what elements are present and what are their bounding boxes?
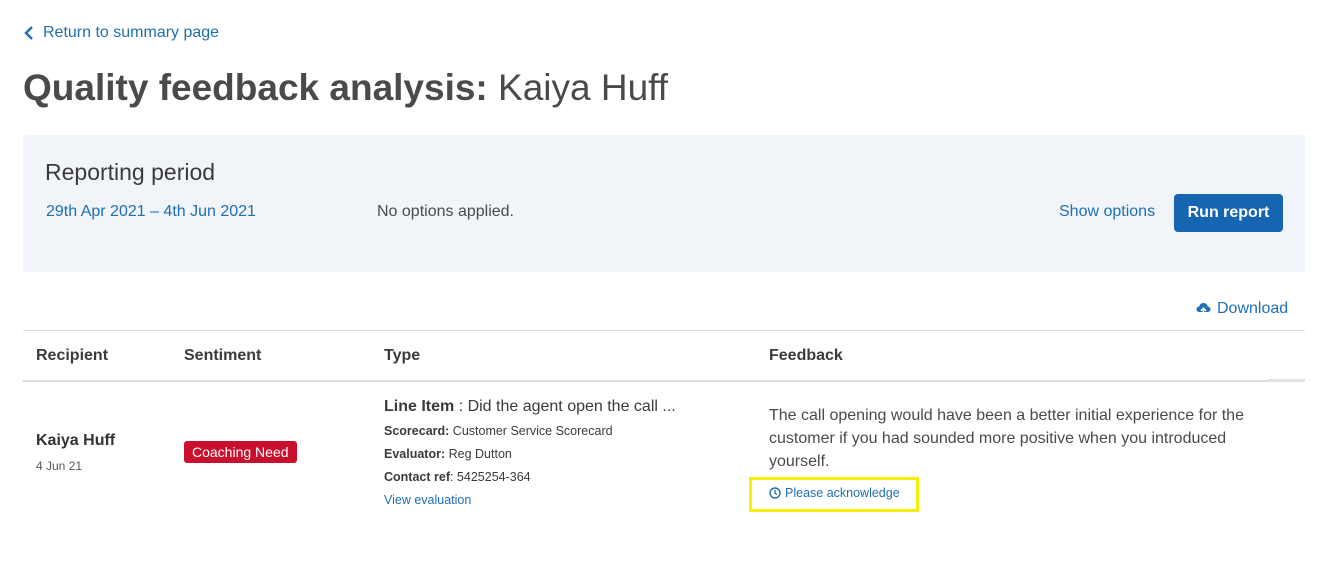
column-header-feedback: Feedback <box>769 347 843 364</box>
contact-ref-label: Contact ref <box>384 470 450 484</box>
run-report-button[interactable]: Run report <box>1174 194 1283 232</box>
table-row: Kaiya Huff 4 Jun 21 Coaching Need Line I… <box>23 382 1305 522</box>
view-evaluation-link[interactable]: View evaluation <box>384 493 471 507</box>
recipient-name: Kaiya Huff <box>36 432 116 449</box>
column-header-type: Type <box>384 347 421 364</box>
column-header-recipient: Recipient <box>36 347 109 364</box>
download-link[interactable]: Download <box>1196 300 1288 318</box>
scorecard-label: Scorecard: <box>384 424 450 438</box>
scorecard-value: Customer Service Scorecard <box>449 424 613 438</box>
please-acknowledge-link[interactable]: Please acknowledge <box>769 486 900 500</box>
options-status-text: No options applied. <box>377 203 514 220</box>
reporting-period-card: Reporting period 29th Apr 2021 – 4th Jun… <box>23 135 1305 272</box>
feedback-text: The call opening would have been a bette… <box>769 407 1244 470</box>
return-to-summary-link[interactable]: Return to summary page <box>23 24 219 42</box>
evaluator-label: Evaluator: <box>384 447 446 461</box>
return-to-summary-label: Return to summary page <box>43 24 220 41</box>
chevron-left-icon <box>24 26 33 40</box>
feedback-table: Recipient Sentiment Type Feedback Kaiya … <box>23 330 1305 522</box>
please-acknowledge-label: Please acknowledge <box>785 486 900 500</box>
evaluator-line: Evaluator: Reg Dutton <box>384 447 512 461</box>
scorecard-line: Scorecard: Customer Service Scorecard <box>384 424 613 438</box>
reporting-period-dates-link[interactable]: 29th Apr 2021 – 4th Jun 2021 <box>46 203 256 221</box>
clock-icon <box>769 487 781 499</box>
page-title-name: Kaiya Huff <box>498 67 669 108</box>
show-options-link[interactable]: Show options <box>1059 203 1155 221</box>
column-header-sentiment: Sentiment <box>184 347 262 364</box>
sentiment-badge: Coaching Need <box>184 441 297 463</box>
page-title-prefix: Quality feedback analysis: <box>23 67 488 108</box>
table-header-row: Recipient Sentiment Type Feedback <box>23 331 1305 382</box>
contact-ref-line: Contact ref: 5425254-364 <box>384 470 531 484</box>
recipient-date: 4 Jun 21 <box>36 459 83 473</box>
page-title: Quality feedback analysis: Kaiya Huff <box>23 66 668 110</box>
evaluator-value: Reg Dutton <box>445 447 512 461</box>
cloud-upload-icon <box>1196 303 1211 316</box>
type-title: Line Item : Did the agent open the call … <box>384 398 676 416</box>
reporting-period-heading: Reporting period <box>45 159 216 185</box>
download-label: Download <box>1217 300 1289 317</box>
type-value: : Did the agent open the call ... <box>454 398 676 415</box>
type-label: Line Item <box>384 398 455 415</box>
contact-ref-value: : 5425254-364 <box>449 470 531 484</box>
